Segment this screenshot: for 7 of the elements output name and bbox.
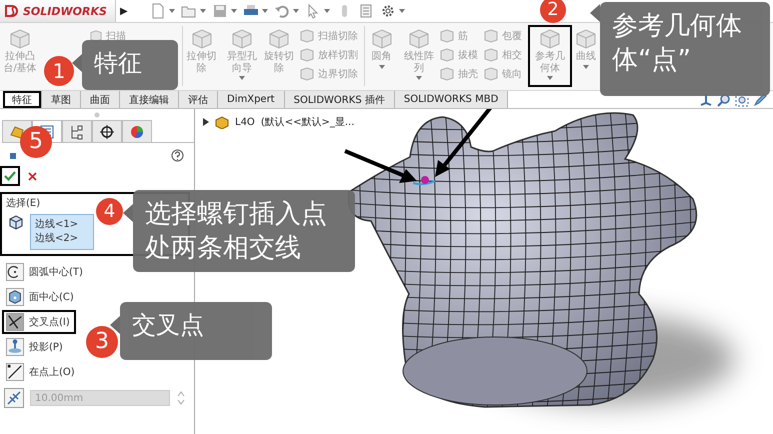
callout-text: 参考几何体体“点”	[600, 2, 770, 96]
logo-text: SOLIDWORKS	[23, 4, 107, 18]
group-title: 选择(E)	[6, 196, 42, 210]
callout-text: 交叉点	[120, 302, 272, 360]
callout-text: 特征	[82, 40, 178, 90]
configuration-label: (默认<<默认>_显...	[260, 116, 354, 129]
callout-text: 选择螺钉插入点处两条相交线	[133, 190, 355, 272]
